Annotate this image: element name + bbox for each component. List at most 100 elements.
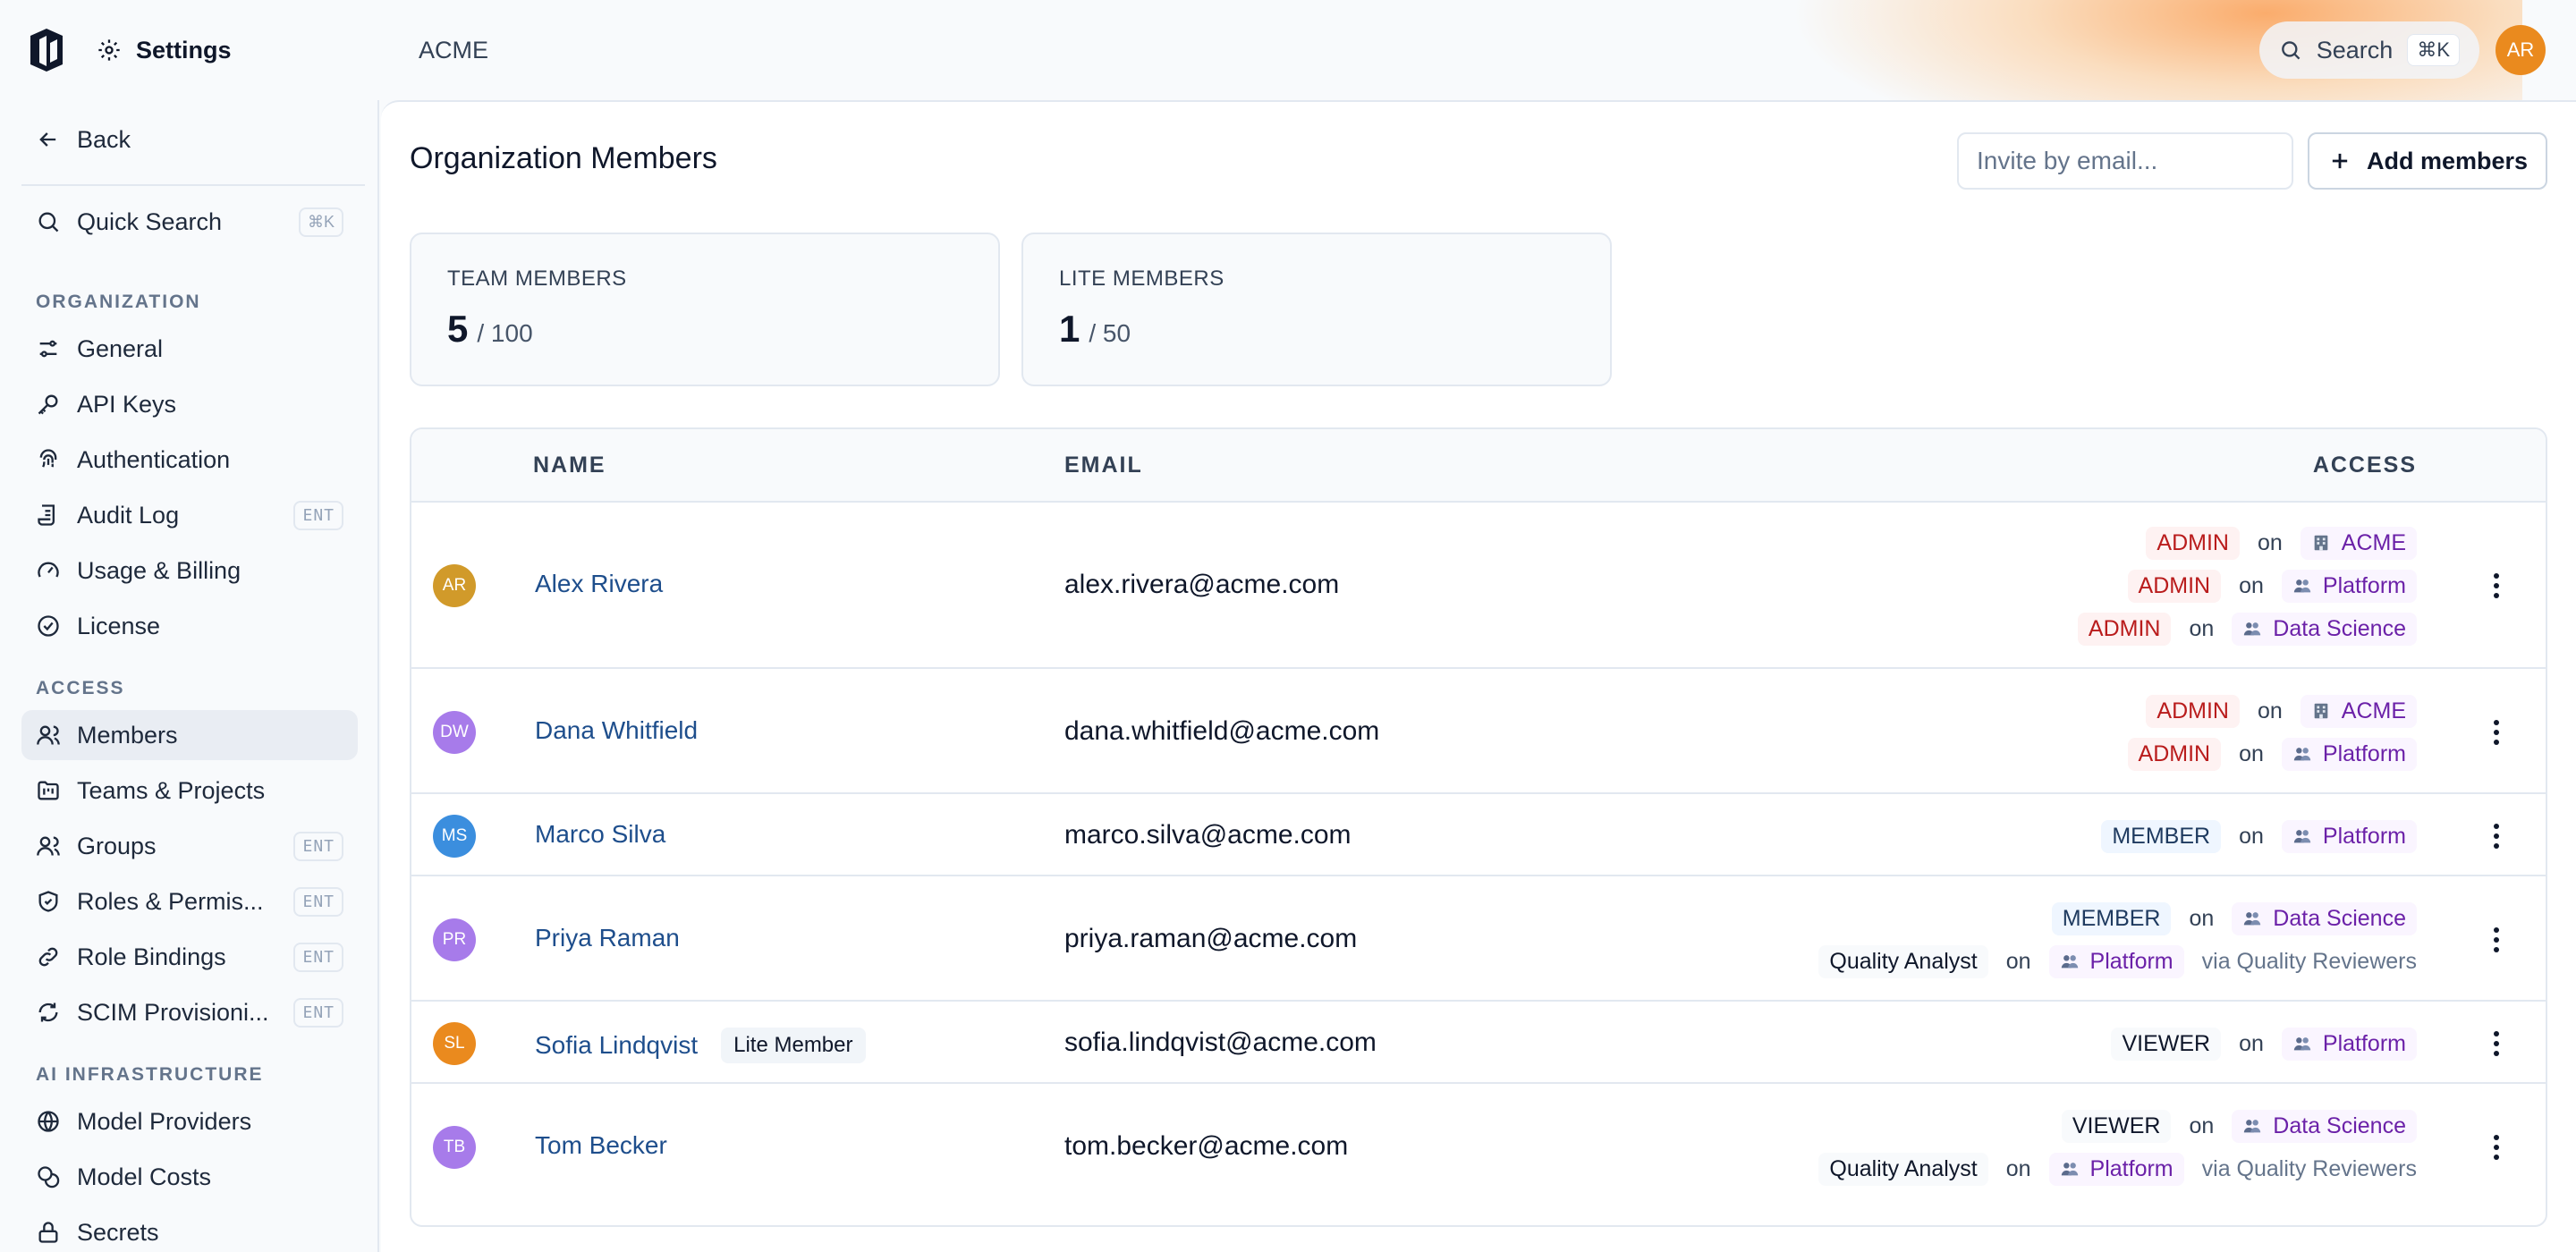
scroll-icon [38,504,55,526]
column-header-name[interactable]: NAME [533,453,606,478]
row-actions-menu-icon[interactable] [2483,715,2510,750]
sidebar-back[interactable]: Back [21,114,358,165]
sidebar-item-authentication[interactable]: Authentication [21,435,358,485]
gauge-icon [38,562,59,578]
access-target[interactable]: Platform [2281,1027,2417,1061]
access-target[interactable]: Platform [2048,1152,2184,1186]
on-label: on [2189,1112,2215,1138]
sidebar-item-label: Groups [77,832,157,859]
member-name-cell: Alex Rivera [535,570,663,598]
row-actions-menu-icon[interactable] [2483,922,2510,958]
on-label: on [2257,698,2283,723]
sidebar-item-secrets[interactable]: Secrets [21,1207,358,1252]
member-name-cell: Tom Becker [535,1131,667,1160]
member-email: tom.becker@acme.com [1064,1131,1349,1161]
member-name-link[interactable]: Dana Whitfield [535,716,698,745]
team-icon [2244,1120,2261,1133]
access-target[interactable]: Platform [2048,944,2184,978]
org-breadcrumb[interactable]: ACME [419,32,488,68]
sidebar-item-roles[interactable]: Roles & Permis... ENT [21,876,358,926]
access-binding: VIEWER on Platform [2111,1027,2417,1061]
search-icon [38,212,59,233]
sidebar-item-audit-log[interactable]: Audit Log ENT [21,490,358,540]
sidebar-back-label: Back [77,125,131,153]
team-icon [2061,1163,2078,1176]
row-actions-menu-icon[interactable] [2483,1129,2510,1165]
access-target[interactable]: Data Science [2232,612,2417,646]
global-search-button[interactable]: Search ⌘K [2259,21,2479,79]
member-name-link[interactable]: Tom Becker [535,1131,667,1160]
member-email: alex.rivera@acme.com [1064,570,1340,599]
user-avatar[interactable]: AR [2496,25,2546,75]
on-label: on [2257,529,2283,555]
access-target[interactable]: Platform [2281,569,2417,603]
sidebar-item-scim[interactable]: SCIM Provisioni... ENT [21,987,358,1037]
add-members-label: Add members [2366,147,2529,174]
via-group-label: via Quality Reviewers [2201,948,2417,974]
sidebar-item-teams-projects[interactable]: Teams & Projects [21,766,358,816]
role-badge: VIEWER [2061,1109,2172,1143]
access-target[interactable]: Data Science [2232,1109,2417,1143]
add-members-button[interactable]: Add members [2308,132,2547,190]
access-target[interactable]: ACME [2300,694,2417,728]
sidebar-item-label: Role Bindings [77,943,226,970]
row-actions-menu-icon[interactable] [2483,568,2510,604]
access-target-name: Platform [2322,1030,2406,1056]
access-binding: ADMIN on Platform [2127,569,2417,603]
access-target[interactable]: Platform [2281,737,2417,771]
sidebar-item-role-bindings[interactable]: Role Bindings ENT [21,932,358,982]
lock-icon [38,1222,58,1243]
member-name-link[interactable]: Alex Rivera [535,570,663,598]
sidebar-item-general[interactable]: General [21,324,358,374]
row-actions-menu-icon[interactable] [2483,1026,2510,1062]
access-binding: Quality Analyst on Platform via Quality Rev… [1818,1152,2417,1186]
settings-title-text: Settings [136,36,232,63]
access-target[interactable]: Data Science [2232,901,2417,935]
member-name-link[interactable]: Sofia Lindqvist [535,1031,698,1060]
app-logo-icon[interactable] [27,27,66,73]
role-badge: Quality Analyst [1818,1152,1988,1186]
member-avatar: SL [433,1022,476,1065]
member-name-cell: Marco Silva [535,820,665,849]
row-actions-menu-icon[interactable] [2483,818,2510,854]
team-members-card: TEAM MEMBERS 5 / 100 [410,233,1000,386]
team-members-label: TEAM MEMBERS [447,266,627,291]
ent-badge: ENT [293,831,343,861]
on-label: on [2005,948,2031,974]
access-target[interactable]: Platform [2281,819,2417,853]
sidebar-item-model-providers[interactable]: Model Providers [21,1096,358,1146]
sidebar-item-groups[interactable]: Groups ENT [21,821,358,871]
role-badge: MEMBER [2101,819,2222,853]
sidebar-quick-search[interactable]: Quick Search ⌘K [21,197,358,247]
top-bar: Settings ACME Search ⌘K AR [0,0,2576,100]
access-target-name: Platform [2089,1155,2174,1181]
building-icon [2314,703,2328,719]
sidebar-item-license[interactable]: License [21,601,358,651]
access-target-name: ACME [2341,529,2406,555]
column-header-access[interactable]: ACCESS [2313,453,2417,478]
sidebar-item-model-costs[interactable]: Model Costs [21,1152,358,1202]
sidebar-item-usage-billing[interactable]: Usage & Billing [21,546,358,596]
sidebar-item-members[interactable]: Members [21,710,358,760]
invite-email-input[interactable] [1957,132,2293,190]
arrow-left-icon [39,132,56,147]
access-target[interactable]: ACME [2300,526,2417,560]
member-email: sofia.lindqvist@acme.com [1064,1028,1377,1057]
table-row: DW Dana Whitfield dana.whitfield@acme.com A… [411,671,2546,794]
users-group-icon [37,836,60,856]
access-binding: MEMBER on Data Science [2051,901,2417,935]
sidebar-item-api-keys[interactable]: API Keys [21,379,358,429]
member-avatar: DW [433,711,476,754]
sidebar-divider [21,184,365,186]
member-access-list: VIEWER on Platform [2111,1027,2417,1061]
member-name-link[interactable]: Priya Raman [535,924,680,952]
sidebar-item-label: API Keys [77,390,177,418]
lite-members-value: 1 / 50 [1059,308,1131,351]
member-name-link[interactable]: Marco Silva [535,820,665,849]
access-target-name: Platform [2322,823,2406,849]
member-avatar: AR [433,564,476,607]
member-name-cell: Priya Raman [535,924,680,952]
column-header-email[interactable]: EMAIL [1064,453,1143,478]
sidebar-item-label: Usage & Billing [77,556,242,584]
on-label: on [2239,740,2264,766]
